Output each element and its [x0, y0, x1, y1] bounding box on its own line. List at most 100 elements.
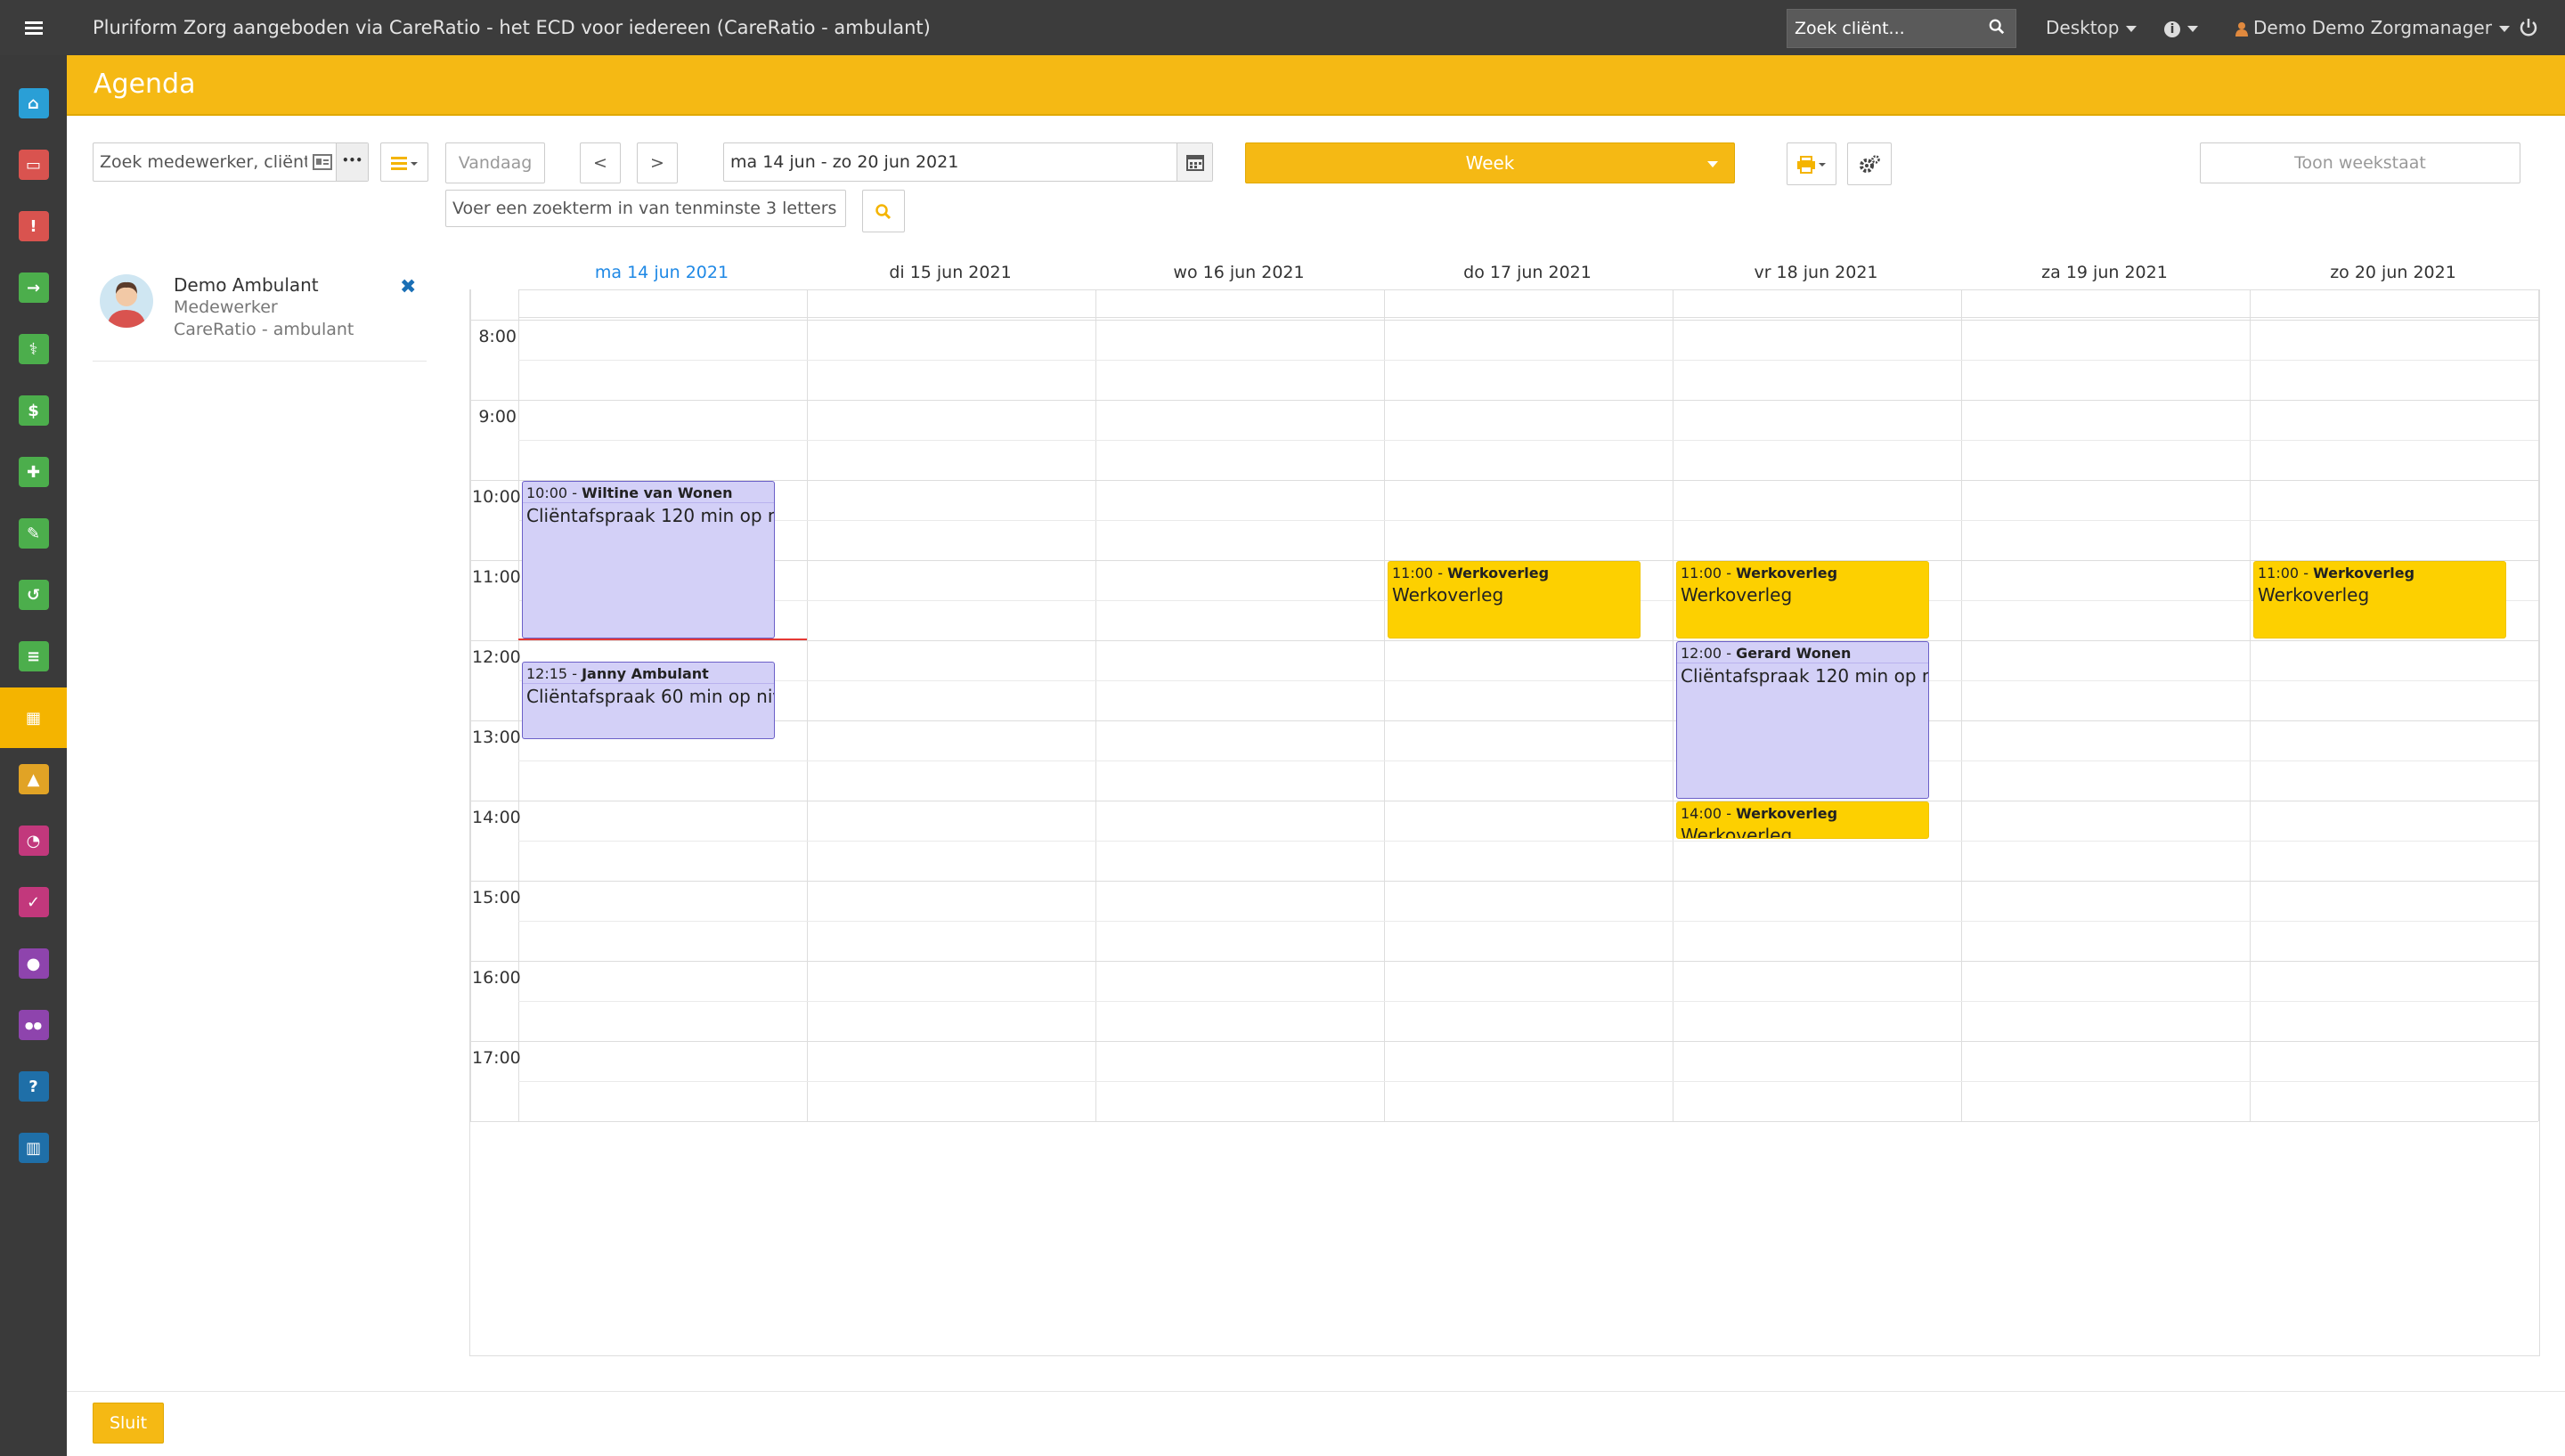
calendar-event[interactable]: 12:15 - Janny Ambulant Cliëntafspraak 60 …: [522, 661, 775, 739]
print-button[interactable]: [1787, 142, 1836, 185]
calendar-event[interactable]: 12:00 - Gerard Wonen Cliëntafspraak 120 m…: [1676, 641, 1929, 799]
hour-line: [470, 881, 2538, 882]
sidebar-item-clock[interactable]: ◔: [0, 810, 67, 871]
calendar-icon: ▦: [25, 708, 41, 728]
calendar-event[interactable]: 11:00 - Werkoverleg Werkoverleg: [1676, 561, 1929, 639]
sidebar-item-check[interactable]: ✓: [0, 872, 67, 932]
day-header[interactable]: do 17 jun 2021: [1383, 263, 1672, 289]
event-title: Cliëntafspraak 120 min op niv: [526, 505, 774, 526]
sidebar-item-car[interactable]: ▲: [0, 749, 67, 809]
client-search-input[interactable]: [1787, 10, 1979, 47]
power-icon[interactable]: [2519, 18, 2538, 37]
sidebar-item-person[interactable]: ●: [0, 933, 67, 994]
view-select[interactable]: Week: [1245, 142, 1735, 183]
view-select-value: Week: [1465, 152, 1515, 174]
half-hour-line: [518, 921, 2538, 922]
sidebar-item-money[interactable]: $: [0, 380, 67, 441]
sidebar-item-puzzle[interactable]: ✚: [0, 442, 67, 502]
week-calendar: 8:00 9:00 10:00 11:00 12:00 13:00 14:00 15:00 16…: [469, 289, 2540, 1356]
event-participant: Wiltine van Wonen: [582, 484, 733, 501]
hour-label: 13:00: [472, 728, 521, 747]
event-title: Werkoverleg: [1681, 584, 1793, 606]
hamburger-menu-icon[interactable]: [0, 0, 67, 55]
sidebar: ⌂ ▭! → ⚕ $ ✚ ✎ ↺ ≡ ▦ ▲ ◔ ✓ ● ●●? ▥: [0, 55, 67, 1456]
remove-icon[interactable]: ✖: [400, 276, 416, 298]
sidebar-item-help[interactable]: ?: [0, 1056, 67, 1117]
day-header[interactable]: za 19 jun 2021: [1960, 263, 2249, 289]
next-week-button[interactable]: >: [637, 142, 678, 183]
calendar-event[interactable]: 11:00 - Werkoverleg Werkoverleg: [1388, 561, 1641, 639]
today-button[interactable]: Vandaag: [445, 142, 545, 183]
employee-search-input[interactable]: Zoek medewerker, cliënt,: [94, 143, 307, 181]
print-icon: [1797, 156, 1826, 174]
calendar-icon: [1186, 155, 1204, 171]
day-header[interactable]: di 15 jun 2021: [806, 263, 1095, 289]
doctor-icon: ⚕: [18, 334, 49, 364]
search-icon[interactable]: [1989, 19, 2005, 35]
settings-button[interactable]: [1847, 142, 1892, 185]
event-time: 11:00: [2258, 565, 2300, 582]
event-time: 11:00: [1392, 565, 1434, 582]
sidebar-item-warning[interactable]: !: [0, 196, 67, 256]
employee-search[interactable]: Zoek medewerker, cliënt, •••: [93, 142, 369, 182]
event-header: 10:00 - Wiltine van Wonen: [523, 482, 774, 503]
desktop-menu[interactable]: Desktop: [2046, 0, 2138, 55]
sidebar-item-chart[interactable]: ▥: [0, 1118, 67, 1178]
page-title: Agenda: [94, 69, 196, 100]
sidebar-item-document[interactable]: ≡: [0, 626, 67, 687]
term-search-input[interactable]: Voer een zoekterm in van tenminste 3 let…: [446, 191, 845, 226]
sidebar-item-pencil[interactable]: ✎: [0, 503, 67, 564]
all-day-row[interactable]: [518, 289, 2538, 318]
list-icon: [391, 157, 418, 170]
half-hour-line: [518, 680, 2538, 681]
info-menu[interactable]: i: [2164, 0, 2198, 55]
half-hour-line: [518, 440, 2538, 441]
sidebar-item-sign-in[interactable]: →: [0, 257, 67, 318]
event-time: 12:15: [526, 664, 568, 682]
term-search-field[interactable]: Voer een zoekterm in van tenminste 3 let…: [445, 190, 846, 227]
hour-line: [470, 640, 2538, 641]
show-week-overview-button[interactable]: Toon weekstaat: [2200, 142, 2520, 183]
hour-label: 15:00: [472, 888, 521, 907]
list-menu-button[interactable]: [380, 142, 428, 182]
client-search[interactable]: [1787, 9, 2016, 48]
user-menu[interactable]: Demo Demo Zorgmanager: [2235, 0, 2510, 55]
sidebar-item-history[interactable]: ↺: [0, 565, 67, 625]
sidebar-item-calendar[interactable]: ▦: [0, 687, 67, 748]
calendar-picker-button[interactable]: [1177, 143, 1212, 181]
term-search-button[interactable]: [862, 190, 905, 232]
half-hour-line: [518, 360, 2538, 361]
sidebar-item-home[interactable]: ⌂: [0, 73, 67, 134]
id-card-icon[interactable]: [313, 154, 332, 170]
day-column-divider: [1095, 289, 1096, 1121]
calendar-event[interactable]: 11:00 - Werkoverleg Werkoverleg: [2253, 561, 2506, 639]
event-title: Werkoverleg: [1392, 584, 1504, 606]
day-header[interactable]: vr 18 jun 2021: [1672, 263, 1960, 289]
day-column-divider: [518, 289, 519, 1121]
person-icon: ●: [18, 948, 49, 979]
sidebar-item-group[interactable]: ●●: [0, 995, 67, 1055]
hour-label: 17:00: [472, 1048, 521, 1068]
hour-line: [470, 1121, 2538, 1122]
day-header[interactable]: wo 16 jun 2021: [1095, 263, 1383, 289]
day-header[interactable]: zo 20 jun 2021: [2249, 263, 2537, 289]
calendar-event[interactable]: 14:00 - Werkoverleg Werkoverleg: [1676, 801, 1929, 839]
user-icon: [2235, 21, 2248, 37]
day-column-divider: [1961, 289, 1962, 1121]
day-column-divider: [1384, 289, 1385, 1121]
event-header: 14:00 - Werkoverleg: [1681, 805, 1838, 822]
selected-employee-card[interactable]: Demo Ambulant Medewerker CareRatio - amb…: [93, 264, 427, 362]
day-column-divider: [2250, 289, 2251, 1121]
day-header[interactable]: ma 14 jun 2021: [517, 263, 806, 289]
calendar-event[interactable]: 10:00 - Wiltine van Wonen Cliëntafspraak …: [522, 481, 775, 639]
sidebar-item-inbox[interactable]: ▭: [0, 134, 67, 195]
more-button[interactable]: •••: [336, 143, 368, 181]
check-icon: ✓: [18, 887, 49, 917]
date-range-field[interactable]: ma 14 jun - zo 20 jun 2021: [723, 142, 1213, 182]
hour-label: 10:00: [472, 487, 521, 507]
chevron-down-icon: [2187, 26, 2198, 32]
close-button[interactable]: Sluit: [93, 1403, 164, 1444]
sidebar-item-doctor[interactable]: ⚕: [0, 319, 67, 379]
chevron-down-icon: [2498, 26, 2510, 32]
prev-week-button[interactable]: <: [580, 142, 621, 183]
